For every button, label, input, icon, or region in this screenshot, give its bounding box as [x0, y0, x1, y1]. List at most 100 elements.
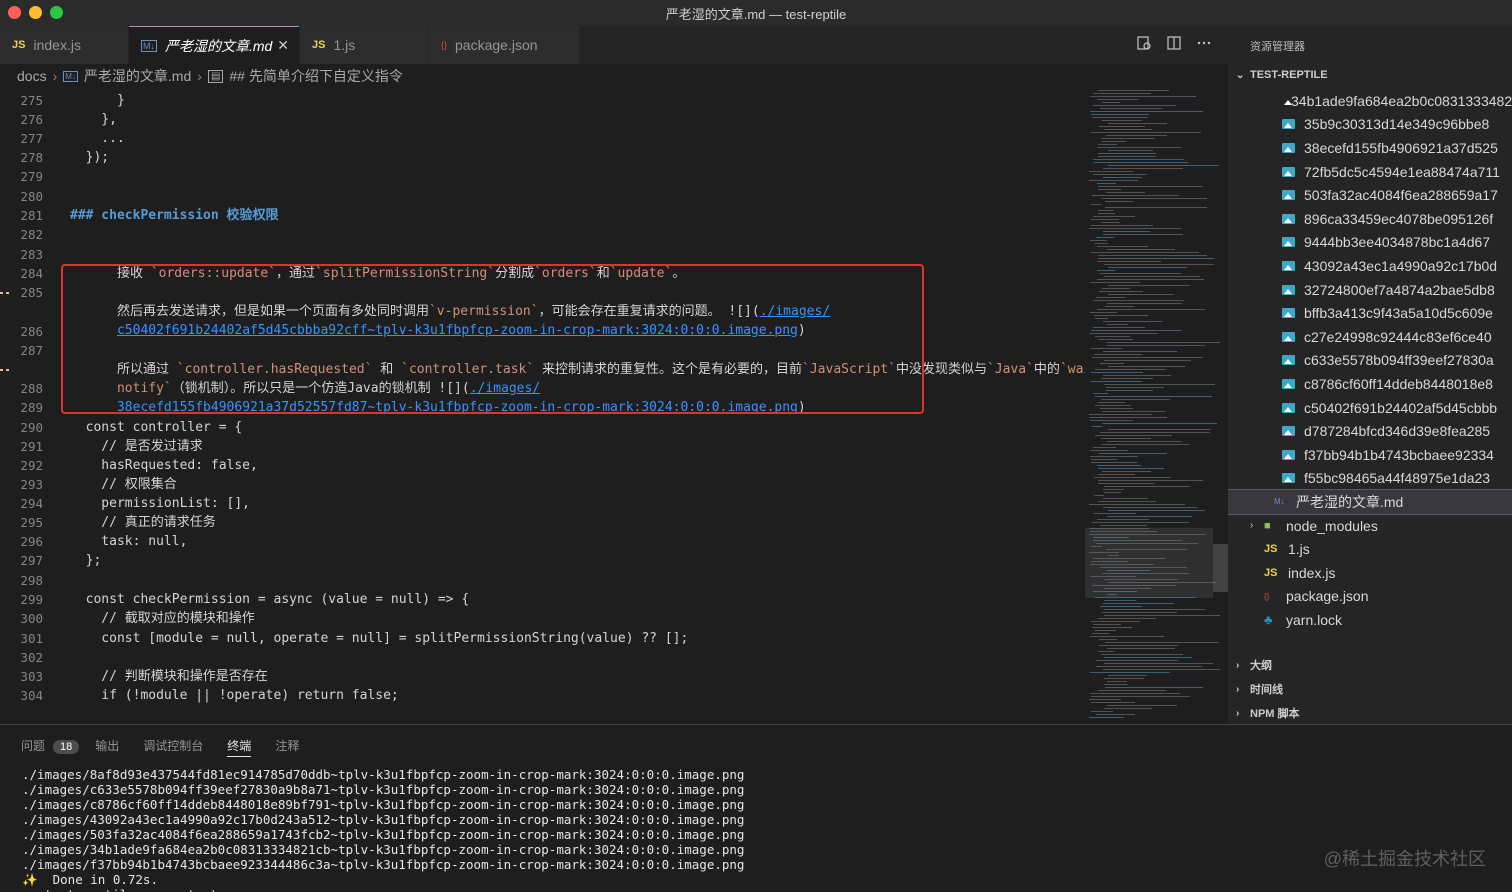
minimap-line [1107, 345, 1205, 346]
minimap-line [1095, 405, 1131, 406]
line-number: 297 [20, 553, 43, 568]
minimap-line [1103, 234, 1183, 235]
minimap-line [1091, 621, 1140, 622]
minimap-line [1106, 135, 1167, 136]
file-tree-item-image[interactable]: c27e24998c92444c83ef6ce40 [1228, 325, 1512, 349]
minimap[interactable] [1085, 88, 1228, 722]
sidebar-section-2[interactable]: › NPM 脚本 [1228, 702, 1512, 724]
terminal-output[interactable]: ./images/8af8d93e437544fd81ec914785d70dd… [22, 767, 744, 892]
file-label: 严老湿的文章.md [1296, 493, 1404, 510]
file-tree-item-json[interactable]: {} package.json [1228, 585, 1512, 609]
file-tree-item-image[interactable]: 34b1ade9fa684ea2b0c08313334821cb~tplv [1228, 89, 1512, 113]
minimap-line [1090, 450, 1128, 451]
minimap-line [1094, 477, 1171, 478]
file-label: c50402f691b24402af5d45cbbb [1304, 399, 1498, 416]
minimap-line [1104, 384, 1215, 385]
minimap-line [1097, 246, 1148, 247]
minimap-line [1098, 186, 1203, 187]
file-tree-item-image[interactable]: 896ca33459ec4078be095126f [1228, 207, 1512, 231]
file-tree-item-js[interactable]: JS index.js [1228, 561, 1512, 585]
minimap-line [1104, 486, 1190, 487]
tab-terminal[interactable]: 终端 [227, 737, 252, 757]
file-tree-item-image[interactable]: c633e5578b094ff39eef27830a [1228, 349, 1512, 373]
js-file-icon: JS [1264, 566, 1278, 579]
bottom-panel: 问题 18 输出 调试控制台 终端 注释 ./images/8af8d93e437… [0, 724, 1512, 892]
minimap-line [1096, 714, 1135, 715]
minimap-line [1093, 174, 1146, 175]
breadcrumb-item-heading[interactable]: ## 先简单介绍下自定义指令 [229, 66, 402, 86]
tab-debug-console[interactable]: 调试控制台 [143, 737, 203, 757]
tab-problems[interactable]: 问题 18 [21, 737, 80, 757]
file-tree-item-image[interactable]: c50402f691b24402af5d45cbbb [1228, 396, 1512, 420]
file-tree-item-yarn[interactable]: ♣ yarn.lock [1228, 608, 1512, 632]
file-tree-item-image[interactable]: d787284bfcd346d39e8fea285 [1228, 419, 1512, 443]
code-editor[interactable]: 275 276 277 278 279 280 281 282 283 284 285 286 287 2… [0, 88, 1085, 722]
minimap-line [1097, 147, 1181, 148]
tab-1-js[interactable]: JS 1.js [300, 26, 428, 64]
git-change-marker [6, 369, 9, 371]
minimap-line [1100, 408, 1133, 409]
breadcrumb-item-file[interactable]: 严老湿的文章.md [84, 66, 191, 86]
chevron-down-icon: ⌄ [1236, 69, 1245, 81]
open-preview-icon[interactable] [1136, 35, 1152, 51]
minimap-line [1091, 462, 1137, 463]
minimap-line [1089, 717, 1124, 718]
minimap-slider[interactable] [1085, 528, 1213, 598]
minimap-line [1093, 159, 1184, 160]
line-number: 276 [20, 112, 43, 127]
more-actions-icon[interactable] [1196, 35, 1212, 51]
file-tree-item-image[interactable]: 32724800ef7a4874a2bae5db8 [1228, 278, 1512, 302]
file-tree-item-image[interactable]: 43092a43ec1a4990a92c17b0d [1228, 254, 1512, 278]
file-tree-item-image[interactable]: bffb3a413c9f43a5a10d5c609e [1228, 301, 1512, 325]
file-tree-item-image[interactable]: f37bb94b1b4743bcbaee92334 [1228, 443, 1512, 467]
editor-actions [1136, 35, 1212, 51]
split-editor-icon[interactable] [1166, 35, 1182, 51]
minimap-line [1104, 663, 1213, 664]
minimap-line [1089, 504, 1185, 505]
minimap-line [1103, 231, 1150, 232]
sidebar-section-1[interactable]: › 时间线 [1228, 678, 1512, 700]
file-tree-item-image[interactable]: c8786cf60ff14ddeb8448018e8 [1228, 372, 1512, 396]
file-tree-item-image[interactable]: 38ecefd155fb4906921a37d525 [1228, 136, 1512, 160]
terminal-line: ./images/c633e5578b094ff39eef27830a9b8a7… [22, 782, 745, 797]
project-section-header[interactable]: ⌄ TEST-REPTILE [1228, 64, 1512, 86]
minimap-line [1104, 678, 1144, 679]
breadcrumb-item-docs[interactable]: docs [17, 68, 47, 84]
file-tree-item-image[interactable]: f55bc98465a44f48975e1da23 [1228, 467, 1512, 491]
image-file-icon [1282, 166, 1295, 177]
tab-comments[interactable]: 注释 [275, 737, 299, 757]
tab-index-js[interactable]: JS index.js [0, 26, 128, 64]
minimap-line [1103, 351, 1177, 352]
file-tree-item-selected-md[interactable]: M↓ 严老湿的文章.md [1228, 489, 1512, 515]
minimap-line [1097, 99, 1138, 100]
minimap-line [1105, 306, 1134, 307]
sidebar-section-0[interactable]: › 大纲 [1228, 654, 1512, 676]
json-file-icon: {} [1264, 591, 1270, 601]
image-file-icon [1282, 190, 1295, 201]
editor-scrollbar[interactable] [1213, 544, 1228, 592]
image-file-icon [1282, 260, 1295, 271]
file-tree-item-js[interactable]: JS 1.js [1228, 537, 1512, 561]
project-name: TEST-REPTILE [1250, 69, 1328, 81]
file-tree-item-image[interactable]: 72fb5dc5c4594e1ea88474a711 [1228, 160, 1512, 184]
file-tree-item-image[interactable]: 9444bb3ee4034878bc1a4d67 [1228, 231, 1512, 255]
file-tree-item-image[interactable]: 35b9c30313d14e349c96bbe8 [1228, 113, 1512, 137]
file-tree-item-image[interactable]: 503fa32ac4084f6ea288659a17 [1228, 183, 1512, 207]
title-bar: 严老湿的文章.md — test-reptile [0, 0, 1512, 26]
minimap-line [1090, 111, 1203, 112]
minimap-line [1098, 402, 1125, 403]
close-tab-icon[interactable]: ✕ [277, 37, 289, 54]
minimap-line [1100, 108, 1163, 109]
chevron-right-icon: › [1250, 520, 1254, 532]
minimap-line [1104, 276, 1200, 277]
minimap-line [1100, 432, 1210, 433]
tab-article-md[interactable]: M↓ 严老湿的文章.md ✕ [129, 26, 299, 64]
tab-package-json[interactable]: {} package.json [429, 26, 579, 64]
file-tree-item-folder[interactable]: › ■ node_modules [1228, 514, 1512, 538]
terminal-line: ./images/503fa32ac4084f6ea288659a1743fcb… [22, 827, 745, 842]
tab-output[interactable]: 输出 [95, 737, 119, 757]
minimap-line [1090, 240, 1107, 241]
minimap-line [1089, 417, 1167, 418]
minimap-line [1091, 114, 1149, 115]
minimap-line [1099, 291, 1143, 292]
